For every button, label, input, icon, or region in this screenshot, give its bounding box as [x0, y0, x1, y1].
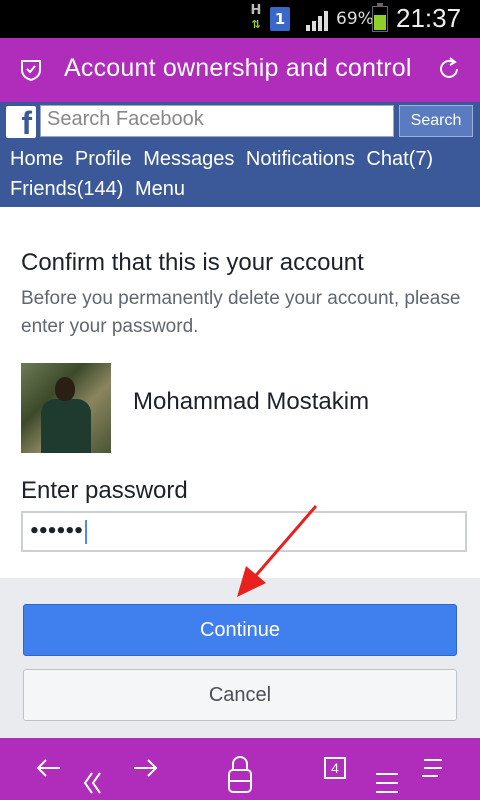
continue-button[interactable]: Continue — [23, 604, 457, 656]
reload-icon[interactable] — [436, 56, 462, 82]
nav-profile[interactable]: Profile — [75, 148, 132, 170]
password-value: •••••• — [29, 521, 84, 542]
stack-icon[interactable] — [374, 770, 400, 796]
password-label: Enter password — [21, 477, 188, 504]
tabs-icon[interactable]: 4 — [324, 757, 346, 779]
status-bar: H ⇅ 1 69% 21:37 — [0, 0, 480, 38]
nav-home[interactable]: Home — [10, 148, 63, 170]
nav-messages[interactable]: Messages — [143, 148, 234, 170]
browser-bottom-bar: 4 — [0, 738, 480, 800]
facebook-logo-icon[interactable]: f — [6, 105, 36, 141]
cancel-button[interactable]: Cancel — [23, 669, 457, 721]
search-input[interactable]: Search Facebook — [40, 105, 394, 137]
clock: 21:37 — [396, 3, 462, 33]
signal-icon — [306, 11, 328, 31]
nav-friends[interactable]: Friends(144) — [10, 178, 123, 200]
confirm-description: Before you permanently delete your accou… — [21, 288, 461, 337]
network-type-indicator: H ⇅ — [250, 3, 262, 32]
action-area: Continue Cancel — [0, 578, 480, 738]
nav-chat[interactable]: Chat(7) — [366, 148, 433, 170]
facebook-nav: Home Profile Messages Notifications Chat… — [10, 144, 476, 204]
shield-icon[interactable] — [20, 58, 42, 82]
nav-notifications[interactable]: Notifications — [246, 148, 355, 170]
text-caret — [85, 520, 88, 544]
browser-title-bar: Account ownership and control — [0, 38, 480, 102]
confirm-heading: Confirm that this is your account — [21, 249, 364, 276]
battery-percent: 69% — [336, 9, 374, 29]
page-title: Account ownership and control — [64, 54, 412, 82]
search-button[interactable]: Search — [399, 105, 473, 137]
battery-icon — [372, 3, 388, 32]
user-name: Mohammad Mostakim — [133, 388, 370, 415]
password-field[interactable]: •••••• — [21, 511, 467, 552]
rewind-icon[interactable] — [82, 770, 104, 796]
avatar — [21, 363, 111, 453]
lock-icon[interactable] — [226, 754, 254, 796]
forward-icon[interactable] — [132, 756, 160, 780]
back-icon[interactable] — [34, 756, 62, 780]
menu-icon[interactable] — [420, 756, 444, 780]
sim-icon: 1 — [270, 7, 290, 31]
facebook-header: f Search Facebook Search Home Profile Me… — [0, 102, 480, 207]
confirm-account-panel: Confirm that this is your account Before… — [0, 207, 480, 578]
nav-menu[interactable]: Menu — [135, 178, 185, 200]
